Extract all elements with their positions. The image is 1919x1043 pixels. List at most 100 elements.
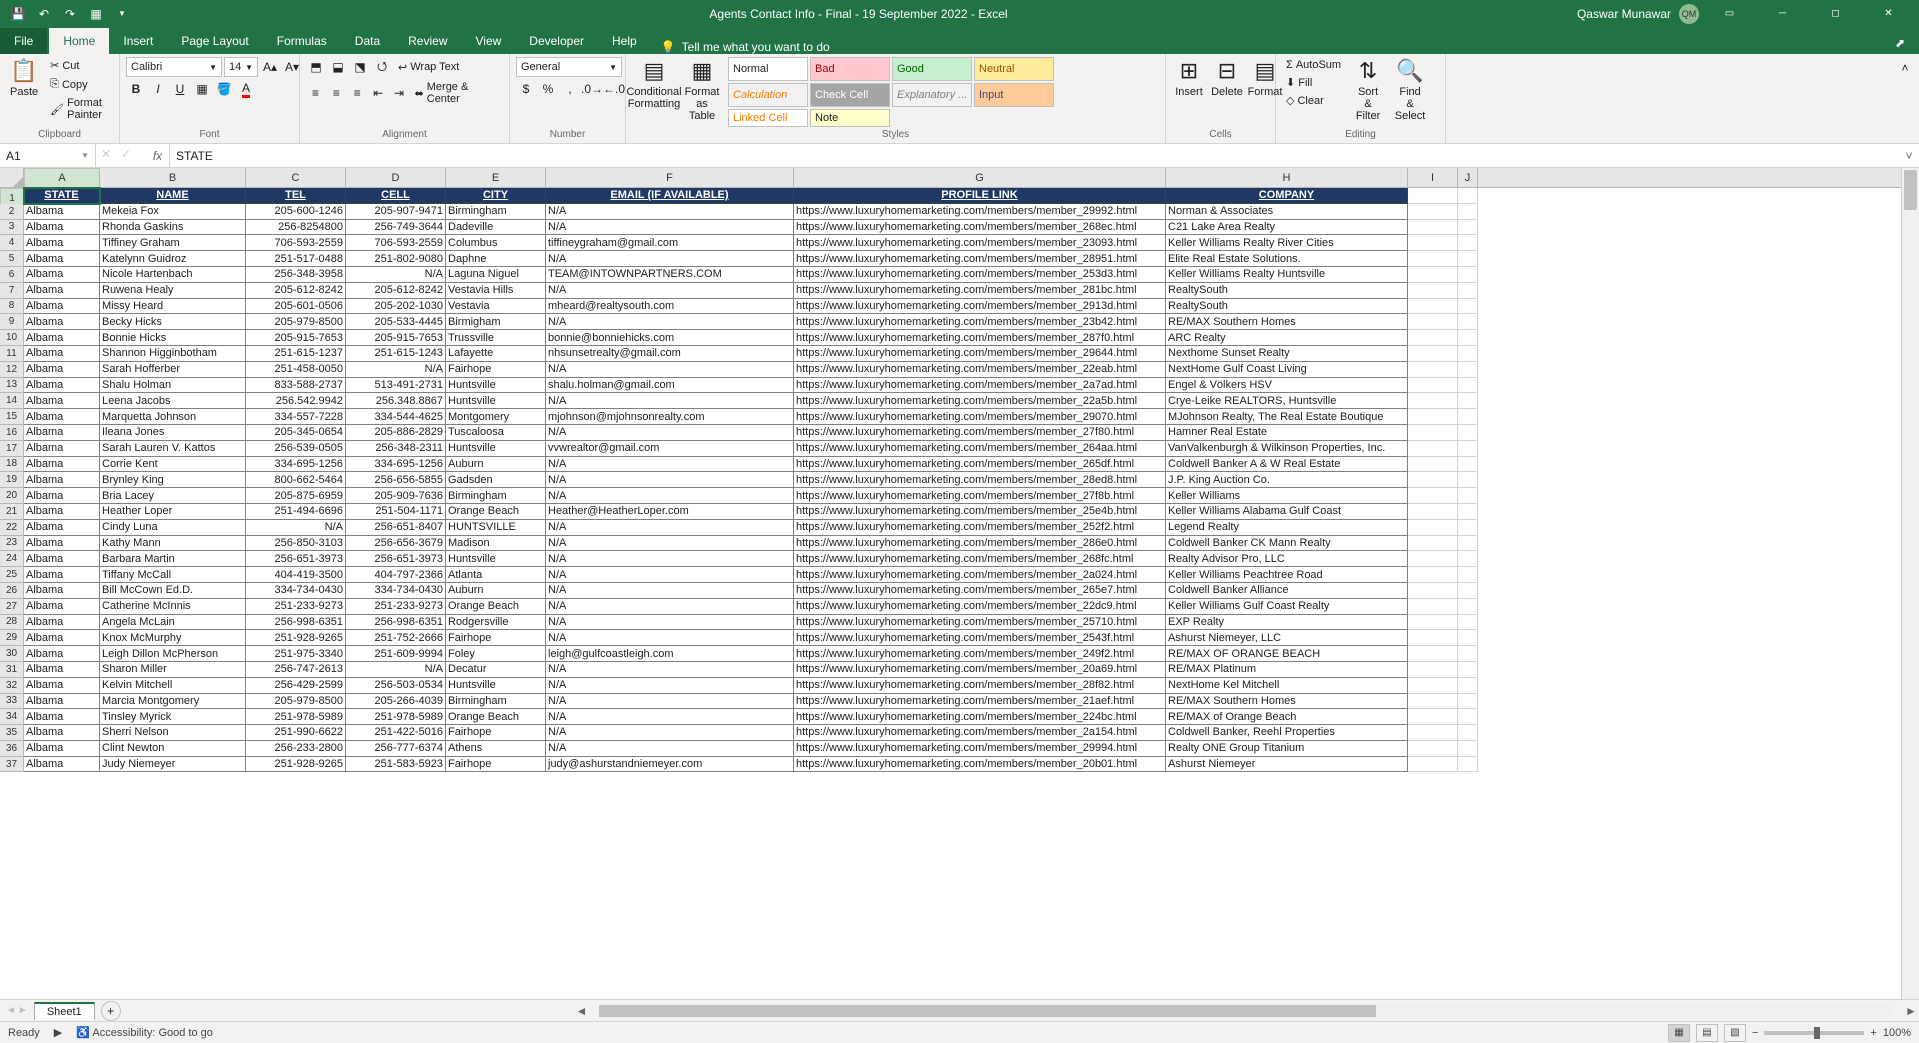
cell[interactable] [1458, 283, 1478, 299]
row-header[interactable]: 17 [0, 441, 24, 457]
cell[interactable]: 251-233-9273 [246, 599, 346, 615]
shrink-font-icon[interactable]: A▾ [282, 57, 302, 77]
cell[interactable]: Judy Niemeyer [100, 757, 246, 773]
cell[interactable] [1408, 299, 1458, 315]
row-header[interactable]: 36 [0, 741, 24, 757]
cell[interactable]: Lafayette [446, 346, 546, 362]
cell[interactable]: Keller Williams Realty River Cities [1166, 235, 1408, 251]
cell[interactable]: https://www.luxuryhomemarketing.com/memb… [794, 267, 1166, 283]
cell[interactable]: 513-491-2731 [346, 378, 446, 394]
cell[interactable]: Albama [24, 409, 100, 425]
cell[interactable]: Birmingham [446, 694, 546, 710]
style-input[interactable]: Input [974, 83, 1054, 107]
cell[interactable] [1458, 393, 1478, 409]
style-note[interactable]: Note [810, 109, 890, 127]
cell[interactable]: https://www.luxuryhomemarketing.com/memb… [794, 283, 1166, 299]
cell[interactable]: 251-609-9994 [346, 646, 446, 662]
cell[interactable]: 256-503-0534 [346, 678, 446, 694]
cell[interactable]: N/A [546, 551, 794, 567]
cell[interactable]: Ashurst Niemeyer, LLC [1166, 630, 1408, 646]
cell[interactable]: J.P. King Auction Co. [1166, 472, 1408, 488]
cell[interactable]: N/A [546, 694, 794, 710]
cell[interactable]: https://www.luxuryhomemarketing.com/memb… [794, 741, 1166, 757]
enter-formula-icon[interactable]: ✓ [116, 144, 136, 164]
cell[interactable] [1408, 662, 1458, 678]
cell[interactable]: 706-593-2559 [346, 235, 446, 251]
row-header[interactable]: 28 [0, 615, 24, 631]
cell[interactable] [1458, 662, 1478, 678]
cell[interactable]: Atlanta [446, 567, 546, 583]
undo-icon[interactable]: ↶ [32, 2, 56, 26]
wrap-text-button[interactable]: ↩Wrap Text [394, 59, 463, 76]
cell[interactable]: Keller Williams Alabama Gulf Coast [1166, 504, 1408, 520]
cell[interactable]: Huntsville [446, 551, 546, 567]
cell[interactable]: mjohnson@mjohnsonrealty.com [546, 409, 794, 425]
format-table-button[interactable]: ▦Format as Table [680, 57, 724, 124]
cell[interactable]: vvwrealtor@gmail.com [546, 441, 794, 457]
row-header[interactable]: 30 [0, 646, 24, 662]
cell[interactable]: Albama [24, 441, 100, 457]
copy-button[interactable]: ⎘Copy [46, 76, 113, 93]
cell[interactable]: 833-588-2737 [246, 378, 346, 394]
cell[interactable]: 205-915-7653 [246, 330, 346, 346]
cell[interactable]: N/A [546, 220, 794, 236]
align-right-icon[interactable]: ≡ [348, 83, 367, 103]
cell[interactable] [1408, 567, 1458, 583]
cell[interactable] [1458, 630, 1478, 646]
cell[interactable]: Albama [24, 314, 100, 330]
cell[interactable]: https://www.luxuryhomemarketing.com/memb… [794, 615, 1166, 631]
cell[interactable]: 205-600-1246 [246, 204, 346, 220]
row-header[interactable]: 31 [0, 662, 24, 678]
cell[interactable]: Engel & Völkers HSV [1166, 378, 1408, 394]
cell[interactable] [1458, 536, 1478, 552]
cell[interactable]: 251-978-5989 [346, 709, 446, 725]
cell[interactable]: Clint Newton [100, 741, 246, 757]
cut-button[interactable]: ✂Cut [46, 57, 113, 74]
column-header[interactable]: H [1166, 168, 1408, 187]
cell[interactable] [1458, 725, 1478, 741]
cell[interactable]: 205-202-1030 [346, 299, 446, 315]
cell[interactable]: Marcia Montgomery [100, 694, 246, 710]
cell[interactable]: 334-544-4625 [346, 409, 446, 425]
row-header[interactable]: 26 [0, 583, 24, 599]
worksheet-grid[interactable]: ABCDEFGHIJ 1STATENAMETELCELLCITYEMAIL (I… [0, 168, 1901, 999]
hscroll-right-icon[interactable]: ► [1903, 1004, 1919, 1018]
cell[interactable]: Albama [24, 504, 100, 520]
inc-decimal-icon[interactable]: .0→ [582, 79, 602, 99]
cell[interactable] [1408, 678, 1458, 694]
hscroll-left-icon[interactable]: ◄ [573, 1004, 589, 1018]
cell[interactable]: Albama [24, 615, 100, 631]
cell[interactable]: https://www.luxuryhomemarketing.com/memb… [794, 425, 1166, 441]
cell[interactable]: 251-517-0488 [246, 251, 346, 267]
cell[interactable]: 251-583-5923 [346, 757, 446, 773]
cell[interactable]: Cindy Luna [100, 520, 246, 536]
cell[interactable]: 256-656-5855 [346, 472, 446, 488]
underline-icon[interactable]: U [170, 79, 190, 99]
cell[interactable]: 251-615-1237 [246, 346, 346, 362]
cell[interactable]: Angela McLain [100, 615, 246, 631]
cell[interactable]: Albama [24, 741, 100, 757]
cell[interactable]: STATE [24, 188, 100, 204]
row-header[interactable]: 12 [0, 362, 24, 378]
cell[interactable]: TEL [246, 188, 346, 204]
cell[interactable]: ARC Realty [1166, 330, 1408, 346]
minimize-icon[interactable]: ─ [1760, 0, 1805, 27]
cell[interactable]: Albama [24, 551, 100, 567]
cell[interactable] [1408, 235, 1458, 251]
macro-record-icon[interactable]: ▶ [54, 1026, 62, 1039]
row-header[interactable]: 10 [0, 330, 24, 346]
cell[interactable]: Fairhope [446, 757, 546, 773]
cell[interactable] [1408, 441, 1458, 457]
column-header[interactable]: E [446, 168, 546, 187]
align-center-icon[interactable]: ≡ [327, 83, 346, 103]
cell[interactable]: 256-429-2599 [246, 678, 346, 694]
cell[interactable] [1408, 630, 1458, 646]
cell[interactable]: Sarah Lauren V. Kattos [100, 441, 246, 457]
cell[interactable]: Fairhope [446, 362, 546, 378]
cell[interactable]: https://www.luxuryhomemarketing.com/memb… [794, 472, 1166, 488]
font-name-select[interactable]: Calibri▼ [126, 57, 222, 77]
cell[interactable]: TEAM@INTOWNPARTNERS.COM [546, 267, 794, 283]
cell[interactable]: Auburn [446, 457, 546, 473]
cell[interactable]: Realty Advisor Pro, LLC [1166, 551, 1408, 567]
row-header[interactable]: 5 [0, 251, 24, 267]
